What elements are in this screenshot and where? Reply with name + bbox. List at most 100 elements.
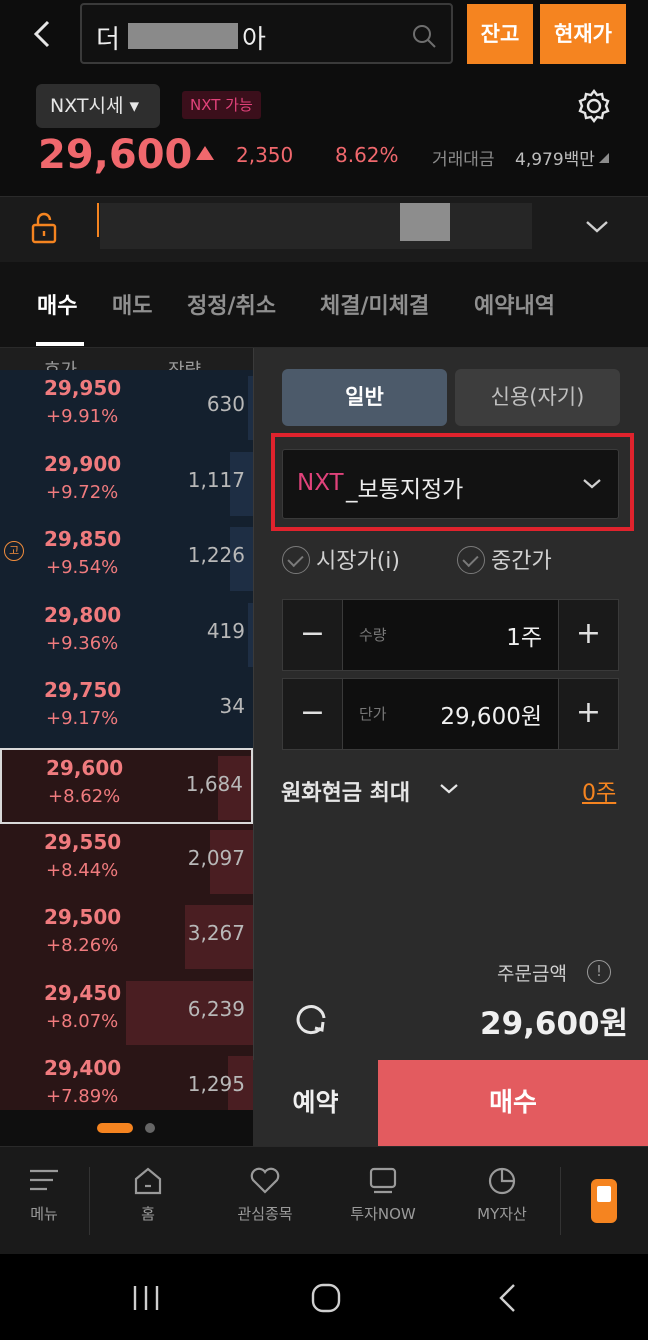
nav-home[interactable]: 홈: [118, 1165, 178, 1224]
orderbook-rate: +9.54%: [46, 557, 119, 579]
orderbook-quantity: 1,684: [185, 772, 243, 796]
orderbook-price: 29,600: [46, 756, 124, 780]
chevron-down-icon[interactable]: [584, 219, 610, 239]
orderbook-row[interactable]: 29,950 +9.91% 630: [0, 370, 253, 446]
search-icon[interactable]: [411, 23, 437, 53]
order-type-general-button[interactable]: 일반: [282, 369, 447, 426]
orderbook-row[interactable]: 29,400 +7.89% 1,295: [0, 1050, 253, 1110]
order-tabs: 매수 매도 정정/취소 체결/미체결 예약내역: [0, 262, 648, 348]
orderbook-rate: +8.26%: [46, 935, 119, 957]
orderbook-quantity: 419: [206, 618, 245, 643]
nav-home-label: 홈: [141, 1205, 155, 1223]
high-price-marker-icon: 고: [4, 541, 24, 562]
market-price-label: 시장가(i): [316, 549, 400, 574]
tab-modify-cancel[interactable]: 정정/취소: [187, 288, 276, 320]
buy-button[interactable]: 매수: [378, 1060, 648, 1146]
account-divider: [97, 203, 99, 237]
orderbook-price: 29,550: [44, 829, 122, 854]
price-plus-button[interactable]: +: [558, 679, 618, 749]
nav-divider: [560, 1167, 561, 1235]
orderbook-row[interactable]: 29,500 +8.26% 3,267: [0, 899, 253, 976]
orderbook-row[interactable]: 29,900 +9.72% 1,117: [0, 445, 253, 522]
quantity-value: 1주: [506, 625, 542, 651]
quantity-plus-button[interactable]: +: [558, 600, 618, 670]
nav-watchlist[interactable]: 관심종목: [225, 1165, 305, 1224]
home-icon: [134, 1167, 162, 1195]
orderbook-quantity: 2,097: [187, 845, 245, 870]
max-cash-selector[interactable]: 원화현금 최대: [281, 775, 410, 807]
market-selector[interactable]: NXT시세 ▾: [36, 84, 160, 128]
current-price-button[interactable]: 현재가: [540, 4, 626, 64]
orderbook-row[interactable]: 29,550 +8.44% 2,097: [0, 823, 253, 900]
orderbook-rate: +9.17%: [46, 708, 119, 730]
recent-apps-icon[interactable]: [130, 1284, 162, 1316]
orderbook-row[interactable]: 29,600 +8.62% 1,684: [0, 748, 253, 824]
tab-filled-unfilled[interactable]: 체결/미체결: [320, 288, 429, 320]
tab-buy[interactable]: 매수: [37, 288, 77, 320]
price-change-rate: 8.62%: [335, 143, 399, 167]
corner-triangle-icon[interactable]: [599, 153, 609, 163]
balance-button[interactable]: 잔고: [467, 4, 533, 64]
app-switch-icon[interactable]: [591, 1179, 617, 1223]
check-circle-icon: [282, 546, 310, 574]
orderbook-row[interactable]: 29,450 +8.07% 6,239: [0, 974, 253, 1051]
price-minus-button[interactable]: −: [283, 679, 343, 749]
orderbook-quantity: 3,267: [187, 921, 245, 946]
mid-price-label: 중간가: [491, 549, 552, 574]
system-nav-bar: [0, 1254, 648, 1340]
gear-icon[interactable]: [574, 86, 614, 130]
orderbook-pager[interactable]: [0, 1110, 253, 1146]
orderbook-price: 29,750: [44, 678, 122, 703]
nav-watchlist-label: 관심종목: [237, 1205, 293, 1223]
orderbook-rate: +8.07%: [46, 1010, 119, 1032]
tab-reservations[interactable]: 예약내역: [474, 288, 555, 320]
orderbook-row[interactable]: 29,850 +9.54% 1,226 고: [0, 521, 253, 598]
lock-icon[interactable]: [30, 211, 58, 249]
orderbook-row[interactable]: 29,750 +9.17% 34: [0, 672, 253, 749]
orderbook-price: 29,950: [44, 376, 122, 400]
stock-name-prefix: 더: [96, 25, 120, 55]
page-indicator[interactable]: [145, 1123, 155, 1133]
nav-invest-now[interactable]: 투자NOW: [338, 1165, 428, 1224]
orderbook-price: 29,400: [44, 1056, 122, 1081]
order-condition-label: _보통지정가: [346, 477, 464, 503]
account-bar[interactable]: [0, 196, 648, 262]
chevron-down-icon[interactable]: [439, 781, 459, 800]
info-icon[interactable]: !: [587, 960, 611, 984]
market-price-checkbox[interactable]: 시장가(i): [282, 543, 400, 576]
nav-invest-now-label: 투자NOW: [350, 1205, 416, 1223]
order-type-credit-button[interactable]: 신용(자기): [455, 369, 620, 426]
tab-sell[interactable]: 매도: [112, 288, 152, 320]
back-icon[interactable]: [26, 14, 62, 54]
nav-divider: [89, 1167, 90, 1235]
order-condition-dropdown[interactable]: NXT _보통지정가: [282, 449, 619, 519]
orderbook-rate: +7.89%: [46, 1086, 119, 1108]
orderbook-price: 29,900: [44, 451, 122, 476]
redacted-account-block: [400, 203, 450, 241]
orderbook[interactable]: 호가 잔량 29,950+9.91%63029,900+9.72%1,11729…: [0, 348, 253, 1110]
nav-my-assets[interactable]: MY자산: [462, 1165, 542, 1224]
system-back-icon[interactable]: [496, 1282, 520, 1318]
home-button-icon[interactable]: [310, 1282, 342, 1318]
bottom-nav: 메뉴 홈 관심종목 투자NOW MY자산: [0, 1146, 648, 1254]
orderbook-quantity: 1,226: [187, 543, 245, 568]
refresh-icon[interactable]: [291, 1000, 331, 1044]
max-quantity-link[interactable]: 0주: [582, 775, 616, 807]
chevron-down-icon: [582, 476, 602, 495]
quantity-minus-button[interactable]: −: [283, 600, 343, 670]
stock-search-input[interactable]: 더 아: [80, 3, 453, 64]
orderbook-rate: +8.62%: [48, 786, 121, 807]
orderbook-price: 29,450: [44, 980, 122, 1005]
mid-price-checkbox[interactable]: 중간가: [457, 543, 552, 576]
nav-menu[interactable]: 메뉴: [14, 1165, 74, 1224]
page-indicator-active[interactable]: [97, 1123, 133, 1133]
quantity-input[interactable]: 수량 1주: [343, 600, 558, 670]
reserve-order-button[interactable]: 예약: [253, 1060, 378, 1146]
price-input[interactable]: 단가 29,600원: [343, 679, 558, 749]
quantity-label: 수량: [359, 626, 387, 644]
quantity-stepper: − 수량 1주 +: [282, 599, 619, 671]
nav-menu-label: 메뉴: [30, 1205, 58, 1223]
orderbook-row[interactable]: 29,800 +9.36% 419: [0, 596, 253, 673]
orderbook-rate: +9.91%: [46, 406, 119, 427]
check-circle-icon: [457, 546, 485, 574]
